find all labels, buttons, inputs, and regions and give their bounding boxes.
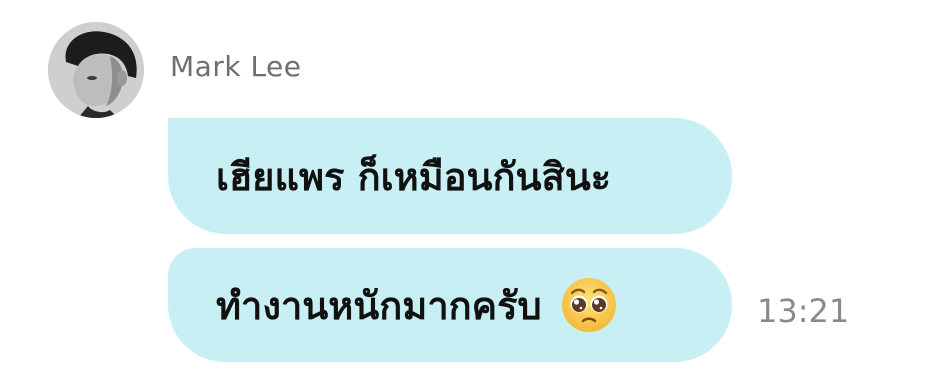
message-timestamp: 13:21 (757, 292, 850, 330)
message-bubble[interactable]: เฮียแพร ก็เหมือนกันสินะ (168, 118, 732, 234)
message-text: ทำงานหนักมากครับ (216, 283, 542, 328)
avatar[interactable] (48, 22, 144, 118)
chat-thread: Mark Lee เฮียแพร ก็เหมือนกันสินะ ทำงานหน… (0, 0, 931, 381)
message-bubble[interactable]: ทำงานหนักมากครับ (168, 248, 732, 362)
sender-name: Mark Lee (170, 50, 302, 83)
avatar-photo (48, 22, 144, 118)
message-text: เฮียแพร ก็เหมือนกันสินะ (216, 154, 612, 199)
pleading-face-icon (560, 276, 618, 334)
